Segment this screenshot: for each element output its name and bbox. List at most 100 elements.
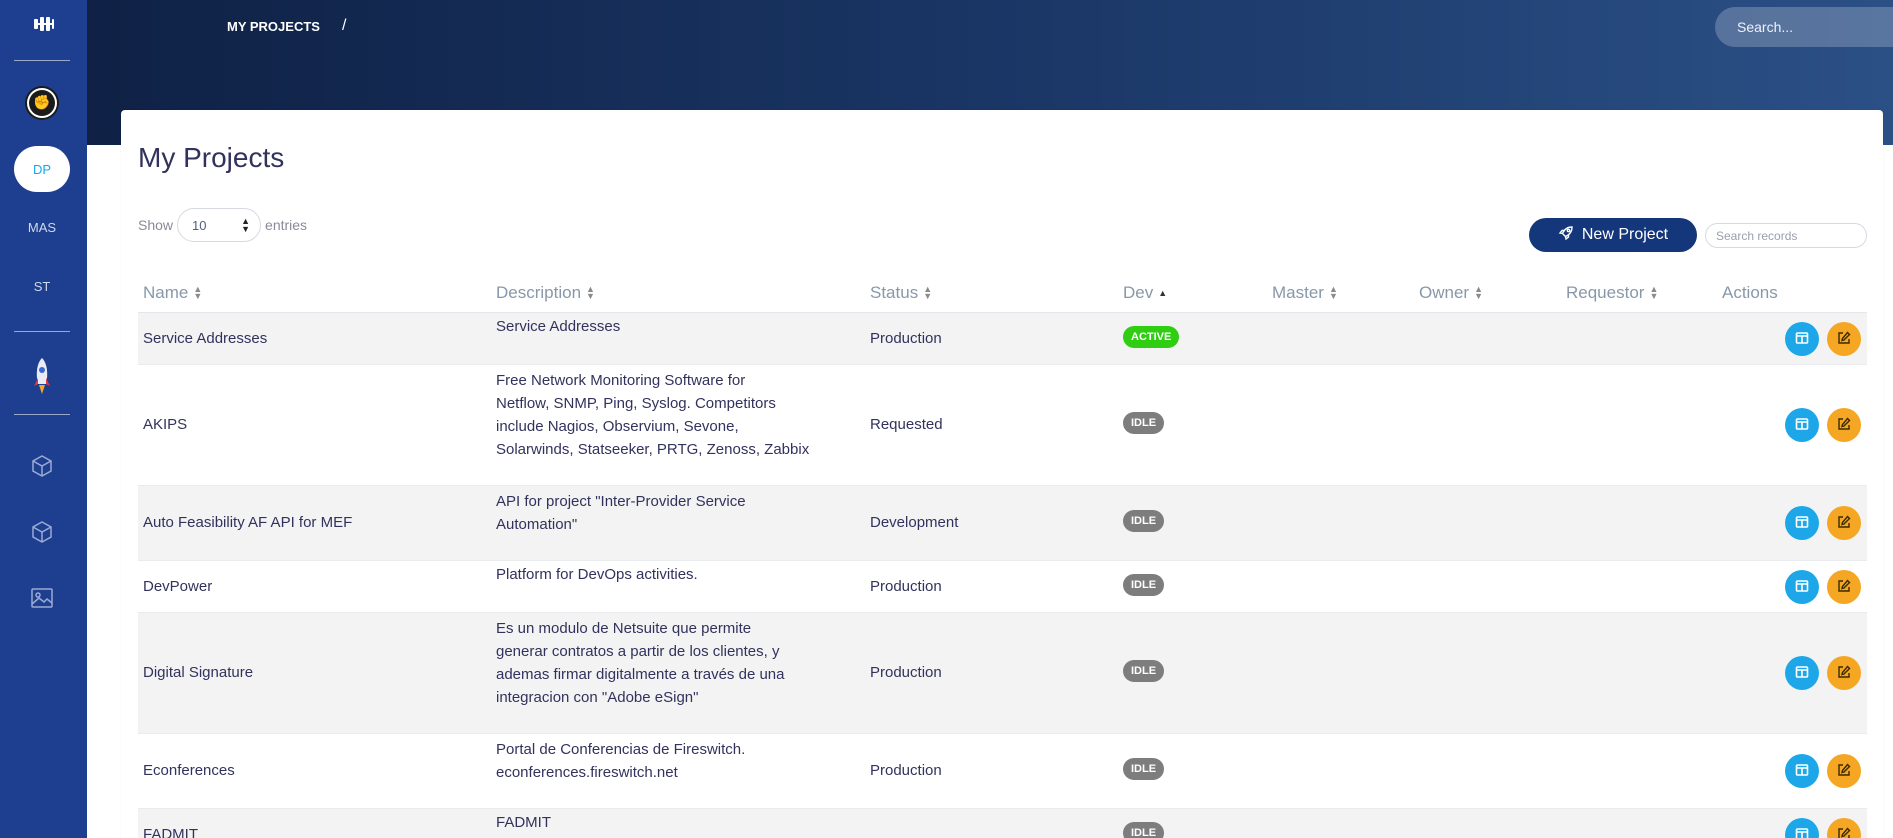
dev-status-badge: IDLE: [1123, 412, 1165, 434]
project-name[interactable]: FADMIT: [143, 826, 198, 838]
columns-icon: [1795, 826, 1809, 838]
edit-button[interactable]: [1827, 408, 1861, 442]
page-title: My Projects: [138, 142, 285, 173]
view-button[interactable]: [1785, 754, 1819, 788]
edit-icon: [1837, 330, 1851, 349]
sidebar-item-dp[interactable]: DP: [14, 146, 70, 192]
column-header-description[interactable]: Description ▲ ▼: [496, 283, 595, 303]
sidebar-item-st[interactable]: ST: [14, 263, 70, 309]
project-status: Production: [870, 330, 942, 347]
projects-table: Name ▲ ▼ Description ▲ ▼ Status ▲ ▼ Dev ▲ Maste…: [138, 271, 1867, 838]
cube-icon[interactable]: [28, 452, 56, 480]
edit-button[interactable]: [1827, 754, 1861, 788]
image-icon[interactable]: [28, 584, 56, 612]
table-row: Digital Signature Es un modulo de Netsui…: [138, 613, 1867, 734]
edit-icon: [1837, 416, 1851, 435]
select-arrows-icon: ▲ ▼: [241, 216, 251, 234]
columns-icon: [1795, 762, 1809, 781]
description-line: FADMIT: [496, 814, 551, 831]
sort-icon: ▲ ▼: [1328, 284, 1338, 301]
project-status: Requested: [870, 416, 943, 433]
description-line: Free Network Monitoring Software for: [496, 372, 746, 389]
sort-icon: ▲ ▼: [923, 284, 933, 301]
edit-button[interactable]: [1827, 818, 1861, 838]
project-name[interactable]: Digital Signature: [143, 664, 253, 681]
dev-status-badge: IDLE: [1123, 822, 1165, 838]
new-project-label: New Project: [1581, 226, 1669, 243]
table-row: Auto Feasibility AF API for MEF API for …: [138, 486, 1867, 561]
edit-button[interactable]: [1827, 322, 1861, 356]
description-line: Platform for DevOps activities.: [496, 566, 698, 583]
sidebar-item-label: DP: [32, 161, 52, 177]
dev-status-badge: ACTIVE: [1123, 326, 1180, 348]
new-project-button[interactable]: New Project: [1529, 218, 1697, 252]
edit-button[interactable]: [1827, 570, 1861, 604]
project-description: FADMIT: [496, 811, 551, 834]
sort-ascending-icon: ▲: [1158, 287, 1168, 298]
view-button[interactable]: [1785, 656, 1819, 690]
column-header-dev[interactable]: Dev ▲: [1123, 283, 1167, 303]
columns-icon: [1795, 514, 1809, 533]
project-name[interactable]: AKIPS: [143, 416, 187, 433]
entries-control: Show 10 ▲ ▼ entries: [138, 208, 307, 242]
project-name[interactable]: Auto Feasibility AF API for MEF: [143, 514, 352, 531]
table-row: AKIPS Free Network Monitoring Software f…: [138, 365, 1867, 486]
view-button[interactable]: [1785, 408, 1819, 442]
column-label: Status: [870, 283, 919, 302]
project-status: Production: [870, 578, 942, 595]
column-header-actions: Actions: [1722, 283, 1778, 303]
project-description: Portal de Conferencias de Fireswitch. ec…: [496, 738, 745, 784]
search-records-input[interactable]: [1705, 223, 1867, 248]
column-header-master[interactable]: Master ▲ ▼: [1272, 283, 1338, 303]
grip-icon[interactable]: [0, 14, 87, 38]
description-line: include Nagios, Observium, Sevone,: [496, 418, 739, 435]
cube-icon[interactable]: [28, 518, 56, 546]
rocket-icon[interactable]: [25, 356, 59, 396]
project-description: Service Addresses: [496, 315, 620, 338]
view-button[interactable]: [1785, 818, 1819, 838]
project-name[interactable]: Service Addresses: [143, 330, 267, 347]
dev-status-badge: IDLE: [1123, 758, 1165, 780]
edit-button[interactable]: [1827, 506, 1861, 540]
column-header-name[interactable]: Name ▲ ▼: [143, 283, 202, 303]
column-header-requestor[interactable]: Requestor ▲ ▼: [1566, 283, 1658, 303]
description-line: ademas firmar digitalmente a través de u…: [496, 666, 785, 683]
edit-icon: [1837, 664, 1851, 683]
breadcrumb-item[interactable]: MY PROJECTS: [227, 19, 320, 34]
column-label: Requestor: [1566, 283, 1645, 302]
entries-select[interactable]: 10 ▲ ▼: [177, 208, 262, 242]
sidebar: ✊ DP MAS ST: [0, 0, 87, 838]
description-line: generar contratos a partir de los client…: [496, 643, 780, 660]
project-description: Free Network Monitoring Software for Net…: [496, 369, 809, 461]
description-line: Automation": [496, 516, 578, 533]
column-label: Owner: [1419, 283, 1470, 302]
column-label: Description: [496, 283, 582, 302]
columns-icon: [1795, 664, 1809, 683]
view-button[interactable]: [1785, 322, 1819, 356]
table-row: DevPower Platform for DevOps activities.…: [138, 561, 1867, 613]
project-name[interactable]: Econferences: [143, 762, 235, 779]
breadcrumb: MY PROJECTS /: [227, 17, 346, 35]
project-name[interactable]: DevPower: [143, 578, 212, 595]
column-label: Actions: [1722, 283, 1778, 302]
column-label: Master: [1272, 283, 1324, 302]
sidebar-item-label: ST: [33, 278, 51, 294]
sidebar-divider: [14, 60, 70, 61]
search-input[interactable]: [1737, 19, 1893, 35]
avatar[interactable]: ✊: [25, 86, 59, 120]
sidebar-item-mas[interactable]: MAS: [14, 204, 70, 250]
description-line: econferences.fireswitch.net: [496, 764, 678, 781]
table-row: Service Addresses Service Addresses Prod…: [138, 313, 1867, 365]
table-row: Econferences Portal de Conferencias de F…: [138, 734, 1867, 809]
column-header-status[interactable]: Status ▲ ▼: [870, 283, 932, 303]
view-button[interactable]: [1785, 506, 1819, 540]
show-label: Show: [138, 217, 174, 233]
edit-icon: [1837, 762, 1851, 781]
edit-button[interactable]: [1827, 656, 1861, 690]
column-header-owner[interactable]: Owner ▲ ▼: [1419, 283, 1483, 303]
edit-icon: [1837, 578, 1851, 597]
view-button[interactable]: [1785, 570, 1819, 604]
edit-icon: [1837, 826, 1851, 838]
description-line: API for project "Inter-Provider Service: [496, 493, 746, 510]
sort-icon: ▲ ▼: [1649, 284, 1659, 301]
